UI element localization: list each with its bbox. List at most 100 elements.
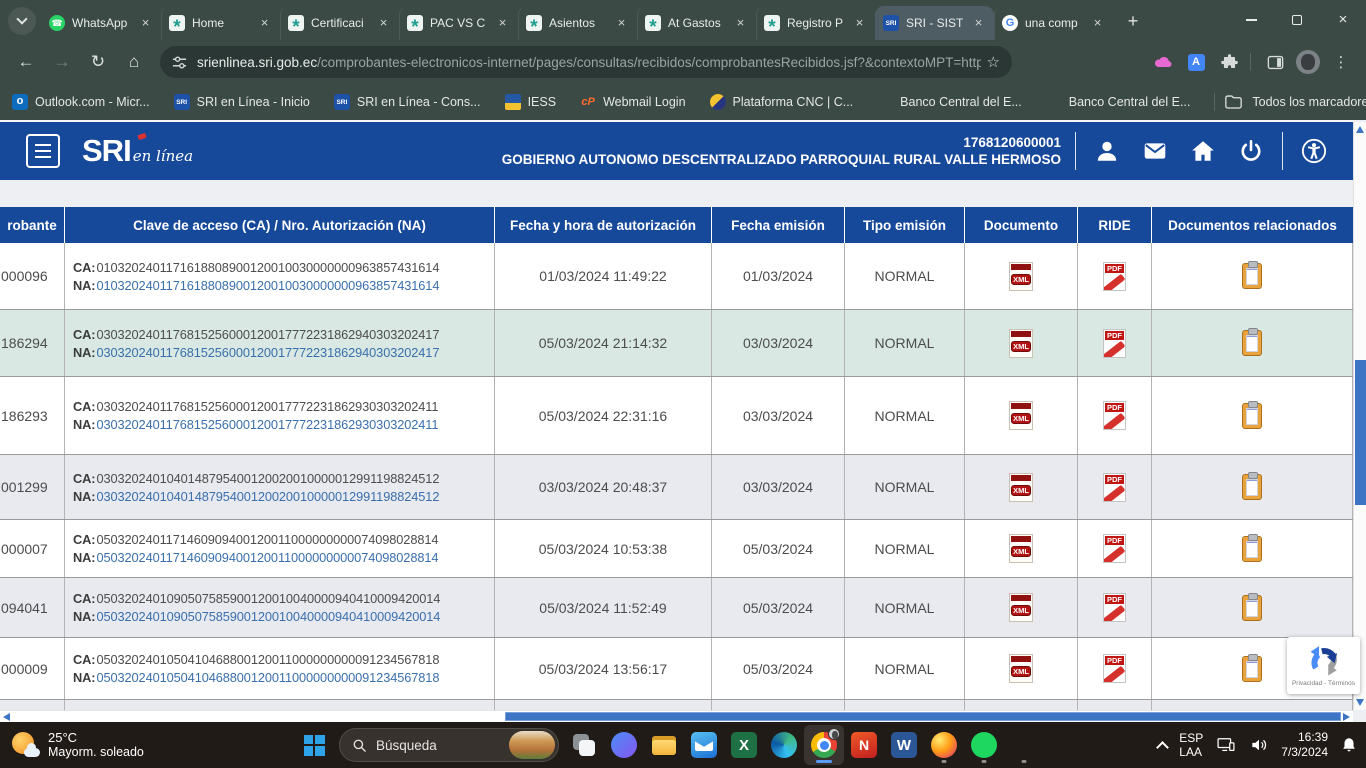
na-number-link[interactable]: 0503202401050410468800120011000000000091… [96,669,439,686]
na-number-link[interactable]: 0303202401176815256000120017772231862940… [96,344,439,361]
taskbar-app-slot[interactable] [844,725,884,765]
taskbar-app-slot[interactable] [644,725,684,765]
tab-close-icon[interactable]: × [613,15,630,32]
new-tab-button[interactable]: + [1119,7,1147,35]
taskbar-app-slot[interactable] [604,725,644,765]
related-docs-clipboard-icon[interactable] [1242,263,1262,289]
bookmark-item[interactable]: IESS [505,94,557,110]
related-docs-clipboard-icon[interactable] [1242,403,1262,429]
related-docs-clipboard-icon[interactable] [1242,536,1262,562]
na-number-link[interactable]: 0503202401090507585900120010040000940410… [96,608,440,625]
tab-close-icon[interactable]: × [137,15,154,32]
tab-close-icon[interactable]: × [1089,15,1106,32]
browser-tab[interactable]: Certificaci × [280,6,399,40]
start-button[interactable] [294,725,334,765]
site-info-icon[interactable] [172,55,187,70]
vertical-scroll-thumb[interactable] [1355,360,1366,505]
na-number-link[interactable]: 0503202401171460909400120011000000000074… [96,549,438,566]
mail-icon[interactable] [1138,136,1172,166]
taskbar-app-slot[interactable] [1004,725,1044,765]
taskbar-app-slot[interactable] [924,725,964,765]
bookmark-star-icon[interactable]: ☆ [981,53,1006,71]
na-number-link[interactable]: 0303202401040148795400120020010000012991… [96,488,439,505]
taskbar-search[interactable]: Búsqueda [339,728,559,762]
bookmark-item[interactable]: Plataforma CNC | C... [710,94,854,110]
forward-button[interactable]: → [46,46,78,78]
bookmark-item[interactable]: Webmail Login [580,94,685,110]
bookmark-item[interactable]: Banco Central del E... [1046,94,1191,110]
xml-file-icon[interactable]: XML [1009,401,1033,430]
bookmark-item[interactable]: SRI en Línea - Inicio [174,94,310,110]
speaker-icon[interactable] [1249,735,1269,755]
related-docs-clipboard-icon[interactable] [1242,474,1262,500]
taskbar-app-slot[interactable] [764,725,804,765]
extensions-puzzle-icon[interactable] [1214,47,1244,77]
taskbar-app-slot[interactable] [804,725,844,765]
horizontal-scrollbar[interactable] [0,710,1353,722]
browser-tab[interactable]: Home × [161,6,280,40]
tab-close-icon[interactable]: × [970,15,987,32]
tab-close-icon[interactable]: × [256,15,273,32]
minimize-button[interactable] [1228,0,1274,40]
pdf-ride-icon[interactable]: PDF [1103,534,1126,563]
bookmark-item[interactable]: Outlook.com - Micr... [12,94,150,110]
pdf-ride-icon[interactable]: PDF [1103,473,1126,502]
pdf-ride-icon[interactable]: PDF [1103,401,1126,430]
xml-file-icon[interactable]: XML [1009,473,1033,502]
related-docs-clipboard-icon[interactable] [1242,595,1262,621]
scroll-right-arrow[interactable] [1343,713,1350,721]
related-docs-clipboard-icon[interactable] [1242,330,1262,356]
address-bar[interactable]: srienlinea.sri.gob.ec/comprobantes-elect… [160,46,1012,78]
pdf-ride-icon[interactable]: PDF [1103,329,1126,358]
related-docs-clipboard-icon[interactable] [1242,656,1262,682]
home-button[interactable]: ⌂ [118,46,150,78]
taskbar-app-slot[interactable] [884,725,924,765]
back-button[interactable]: ← [10,46,42,78]
na-number-link[interactable]: 0103202401171618808900120010030000000963… [96,277,439,294]
xml-file-icon[interactable]: XML [1009,262,1033,291]
xml-file-icon[interactable]: XML [1009,534,1033,563]
browser-tab[interactable]: PAC VS C × [399,6,518,40]
browser-tab[interactable]: At Gastos × [637,6,756,40]
translate-extension-icon[interactable]: A [1181,47,1211,77]
bookmark-item[interactable]: Banco Central del E... [877,94,1022,110]
accessibility-icon[interactable] [1297,136,1331,166]
browser-menu-button[interactable]: ⋮ [1326,47,1356,77]
weather-widget[interactable]: 25°C Mayorm. soleado [10,730,144,760]
pdf-ride-icon[interactable]: PDF [1103,262,1126,291]
scroll-up-arrow[interactable] [1356,126,1364,133]
home-icon[interactable] [1186,136,1220,166]
tab-close-icon[interactable]: × [494,15,511,32]
display-devices-icon[interactable] [1215,735,1237,755]
menu-icon[interactable] [26,134,60,168]
reload-button[interactable]: ↻ [82,46,114,78]
tray-chevron-icon[interactable] [1158,739,1167,752]
language-indicator[interactable]: ESP LAA [1179,731,1203,759]
maximize-button[interactable] [1274,0,1320,40]
xml-file-icon[interactable]: XML [1009,593,1033,622]
tab-close-icon[interactable]: × [375,15,392,32]
scroll-down-arrow[interactable] [1356,699,1364,706]
taskbar-app-slot[interactable] [724,725,764,765]
browser-tab[interactable]: una comp × [994,6,1113,40]
browser-tab[interactable]: Asientos × [518,6,637,40]
clock[interactable]: 16:39 7/3/2024 [1281,730,1328,760]
profile-avatar[interactable] [1293,47,1323,77]
xml-file-icon[interactable]: XML [1009,654,1033,683]
weather-extension-icon[interactable] [1148,47,1178,77]
scroll-left-arrow[interactable] [3,713,10,721]
pdf-ride-icon[interactable]: PDF [1103,654,1126,683]
bookmark-item[interactable]: SRI en Línea - Cons... [334,94,481,110]
browser-tab[interactable]: SRI - SIST × [875,6,994,40]
pdf-ride-icon[interactable]: PDF [1103,593,1126,622]
taskbar-app-slot[interactable] [564,725,604,765]
vertical-scrollbar[interactable] [1353,122,1366,710]
all-bookmarks[interactable]: Todos los marcadores [1214,93,1366,111]
notification-bell-icon[interactable] [1340,736,1358,754]
recaptcha-badge[interactable]: Privacidad - Términos [1287,637,1360,694]
browser-tab[interactable]: Registro P × [756,6,875,40]
tab-search-button[interactable] [8,7,36,35]
side-panel-icon[interactable] [1260,47,1290,77]
tab-close-icon[interactable]: × [851,15,868,32]
na-number-link[interactable]: 0303202401176815256000120017772231862930… [96,416,438,433]
